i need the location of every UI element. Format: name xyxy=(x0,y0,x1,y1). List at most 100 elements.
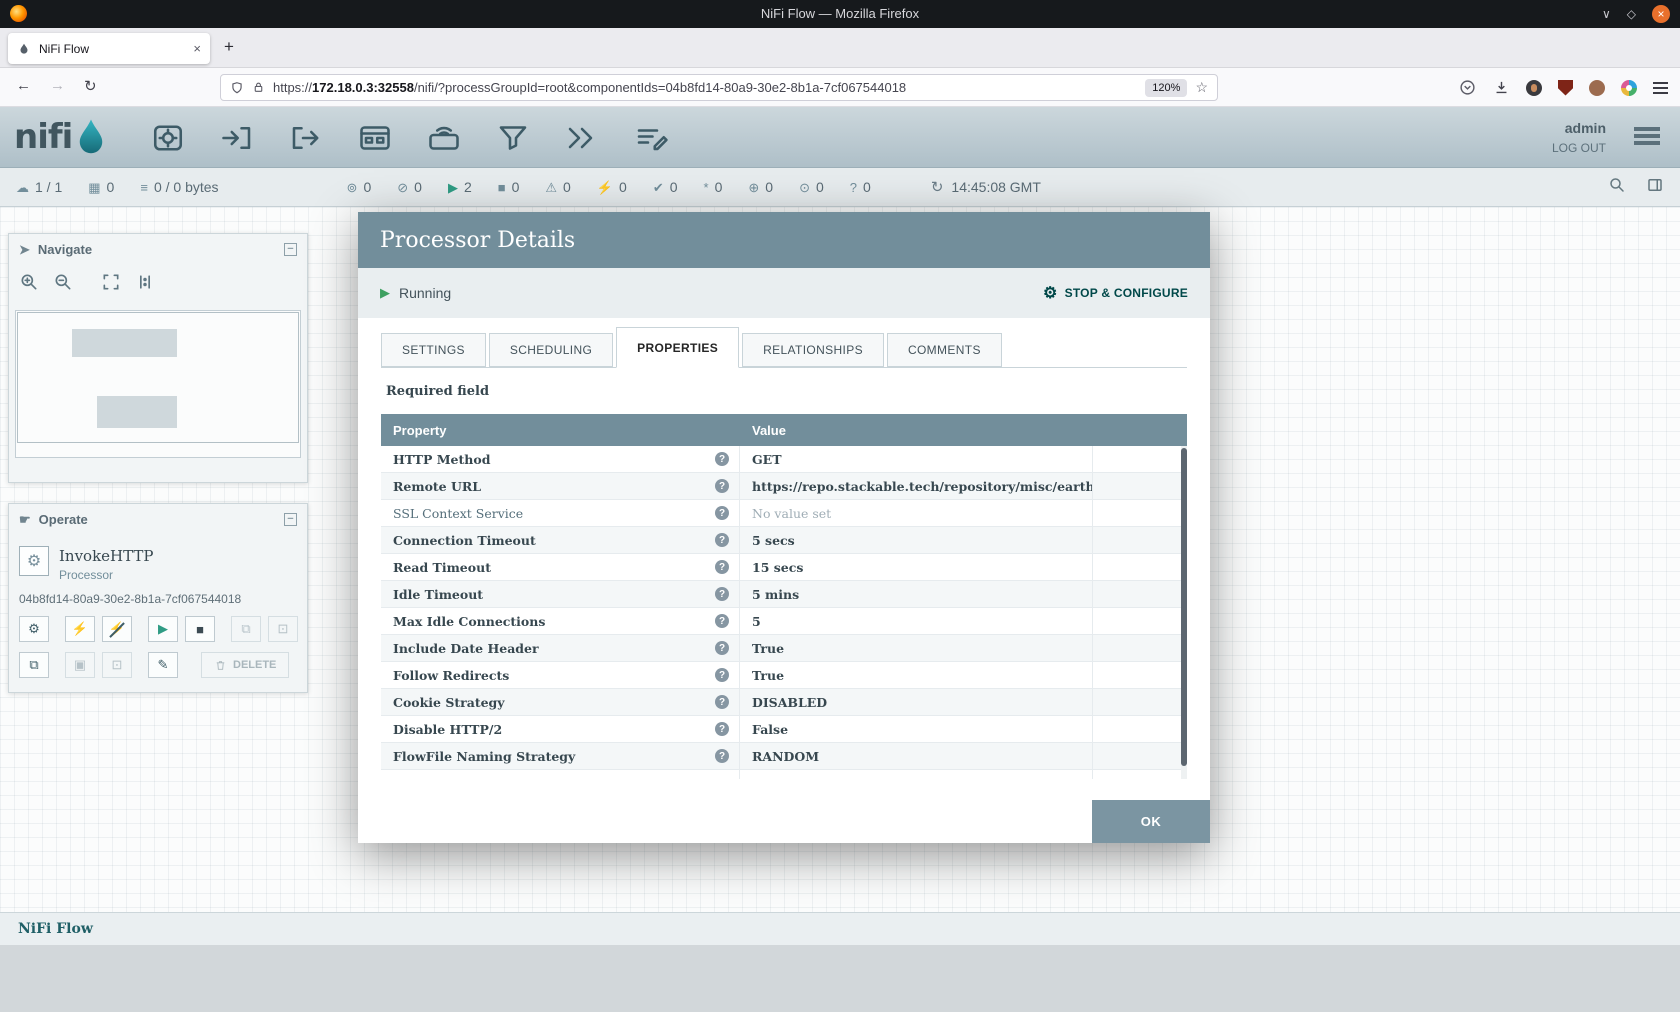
extension-ublock-icon[interactable] xyxy=(1558,80,1573,96)
browser-tab[interactable]: NiFi Flow × xyxy=(8,33,210,64)
zoom-in-icon[interactable] xyxy=(19,272,39,297)
profile-avatar-icon[interactable] xyxy=(1589,80,1605,96)
zoom-out-icon[interactable] xyxy=(53,272,73,297)
refresh-icon[interactable]: ↻ xyxy=(931,178,944,196)
fill-color-brush-icon[interactable]: ✎ xyxy=(148,652,178,678)
tab-properties[interactable]: PROPERTIES xyxy=(616,327,739,368)
url-input[interactable]: https://172.18.0.3:32558/nifi/?processGr… xyxy=(220,74,1218,101)
extension-privacy-badger-icon[interactable] xyxy=(1526,80,1542,96)
zoom-fit-icon[interactable] xyxy=(101,272,121,297)
property-column-header: Property xyxy=(381,423,740,438)
help-icon[interactable]: ? xyxy=(715,668,729,682)
property-value[interactable]: False xyxy=(740,716,1093,742)
new-tab-icon[interactable]: + xyxy=(224,37,234,57)
help-icon[interactable]: ? xyxy=(715,614,729,628)
help-icon[interactable]: ? xyxy=(715,722,729,736)
status-running: ▶2 xyxy=(448,179,472,195)
property-value[interactable]: 15 secs xyxy=(740,554,1093,580)
help-icon[interactable]: ? xyxy=(715,560,729,574)
help-icon[interactable]: ? xyxy=(715,506,729,520)
help-icon[interactable]: ? xyxy=(715,479,729,493)
configure-gear-icon[interactable]: ⚙ xyxy=(19,616,49,642)
help-icon[interactable]: ? xyxy=(715,641,729,655)
tracking-shield-icon[interactable] xyxy=(230,81,244,95)
panel-toggle-icon[interactable] xyxy=(1646,176,1664,199)
remote-process-group-tool-icon[interactable] xyxy=(422,116,466,160)
property-row: Remote URL?https://repo.stackable.tech/r… xyxy=(381,473,1187,500)
process-group-tool-icon[interactable] xyxy=(353,116,397,160)
processor-tool-icon[interactable] xyxy=(146,116,190,160)
stop-square-icon[interactable]: ■ xyxy=(185,616,215,642)
help-icon[interactable]: ? xyxy=(715,587,729,601)
copy-icon[interactable]: ⧉ xyxy=(19,652,49,678)
search-icon[interactable] xyxy=(1608,176,1626,199)
output-port-tool-icon[interactable] xyxy=(284,116,328,160)
locally-modified-icon: * xyxy=(704,181,709,194)
tab-settings[interactable]: SETTINGS xyxy=(381,333,486,367)
help-icon[interactable]: ? xyxy=(715,695,729,709)
property-value[interactable]: https://repo.stackable.tech/repository/m… xyxy=(740,473,1093,499)
maximize-icon[interactable]: ◇ xyxy=(1627,8,1636,20)
stopped-icon: ■ xyxy=(498,181,506,194)
breadcrumb-root[interactable]: NiFi Flow xyxy=(18,921,93,937)
properties-table: Property Value HTTP Method?GETRemote URL… xyxy=(381,414,1187,779)
property-value[interactable]: True xyxy=(740,635,1093,661)
table-scrollbar[interactable] xyxy=(1181,446,1187,779)
stop-and-configure-button[interactable]: ⚙ STOP & CONFIGURE xyxy=(1043,283,1188,303)
delete-button[interactable]: DELETE xyxy=(201,652,289,678)
template-tool-icon[interactable] xyxy=(560,116,604,160)
downloads-icon[interactable] xyxy=(1492,79,1510,97)
label-tool-icon[interactable] xyxy=(629,116,673,160)
tab-scheduling[interactable]: SCHEDULING xyxy=(489,333,613,367)
help-icon[interactable]: ? xyxy=(715,452,729,466)
tab-relationships[interactable]: RELATIONSHIPS xyxy=(742,333,884,367)
property-extra-cell xyxy=(1093,608,1187,634)
operate-title: Operate xyxy=(39,512,88,527)
input-port-tool-icon[interactable] xyxy=(215,116,259,160)
pocket-icon[interactable] xyxy=(1458,79,1476,97)
global-menu-icon[interactable] xyxy=(1634,127,1660,144)
lock-icon[interactable] xyxy=(252,81,265,94)
table-scrollbar-thumb[interactable] xyxy=(1181,448,1187,766)
actual-size-icon[interactable] xyxy=(135,272,155,297)
paste-icon[interactable]: ▣ xyxy=(65,652,95,678)
property-value[interactable]: GET xyxy=(740,446,1093,472)
property-value[interactable]: RANDOM xyxy=(740,743,1093,769)
tab-close-icon[interactable]: × xyxy=(193,41,201,56)
start-play-icon[interactable]: ▶ xyxy=(148,616,178,642)
funnel-tool-icon[interactable] xyxy=(491,116,535,160)
property-row: Cookie Strategy?DISABLED xyxy=(381,689,1187,716)
bookmark-star-icon[interactable]: ☆ xyxy=(1195,79,1208,96)
create-template-icon[interactable]: ⊡ xyxy=(268,616,298,642)
minimize-icon[interactable]: ∨ xyxy=(1602,8,1611,20)
component-toolbar xyxy=(146,115,673,161)
snippet-icon[interactable]: ⊡ xyxy=(102,652,132,678)
help-icon[interactable]: ? xyxy=(715,749,729,763)
disable-lightning-slash-icon[interactable]: ⚡ xyxy=(102,616,132,642)
property-value[interactable]: True xyxy=(740,662,1093,688)
group-icon[interactable]: ⧉ xyxy=(231,616,261,642)
back-icon[interactable]: ← xyxy=(16,77,31,94)
collapse-operate-icon[interactable]: − xyxy=(284,513,297,526)
zoom-badge[interactable]: 120% xyxy=(1145,79,1187,97)
extension-containers-icon[interactable] xyxy=(1621,80,1637,96)
collapse-navigate-icon[interactable]: − xyxy=(284,243,297,256)
logout-link[interactable]: LOG OUT xyxy=(1552,141,1606,155)
reload-icon[interactable]: ↻ xyxy=(84,77,97,95)
property-value[interactable]: 5 secs xyxy=(740,527,1093,553)
property-value[interactable]: DISABLED xyxy=(740,689,1093,715)
browser-toolbar: ← → ↻ https://172.18.0.3:32558/nifi/?pro… xyxy=(0,68,1680,107)
property-value[interactable]: 5 xyxy=(740,608,1093,634)
ok-button[interactable]: OK xyxy=(1092,800,1210,843)
forward-icon[interactable]: → xyxy=(50,77,65,94)
browser-menu-icon[interactable] xyxy=(1653,82,1668,93)
tab-comments[interactable]: COMMENTS xyxy=(887,333,1002,367)
help-icon[interactable]: ? xyxy=(715,533,729,547)
property-value[interactable]: 5 mins xyxy=(740,581,1093,607)
birdseye-minimap[interactable] xyxy=(15,310,301,458)
property-value[interactable]: No value set xyxy=(740,500,1093,526)
status-disabled: ⚡0 xyxy=(597,179,627,195)
close-icon[interactable]: × xyxy=(1652,5,1670,23)
enable-lightning-icon[interactable]: ⚡ xyxy=(65,616,95,642)
property-row: FlowFile Naming Strategy?RANDOM xyxy=(381,743,1187,770)
